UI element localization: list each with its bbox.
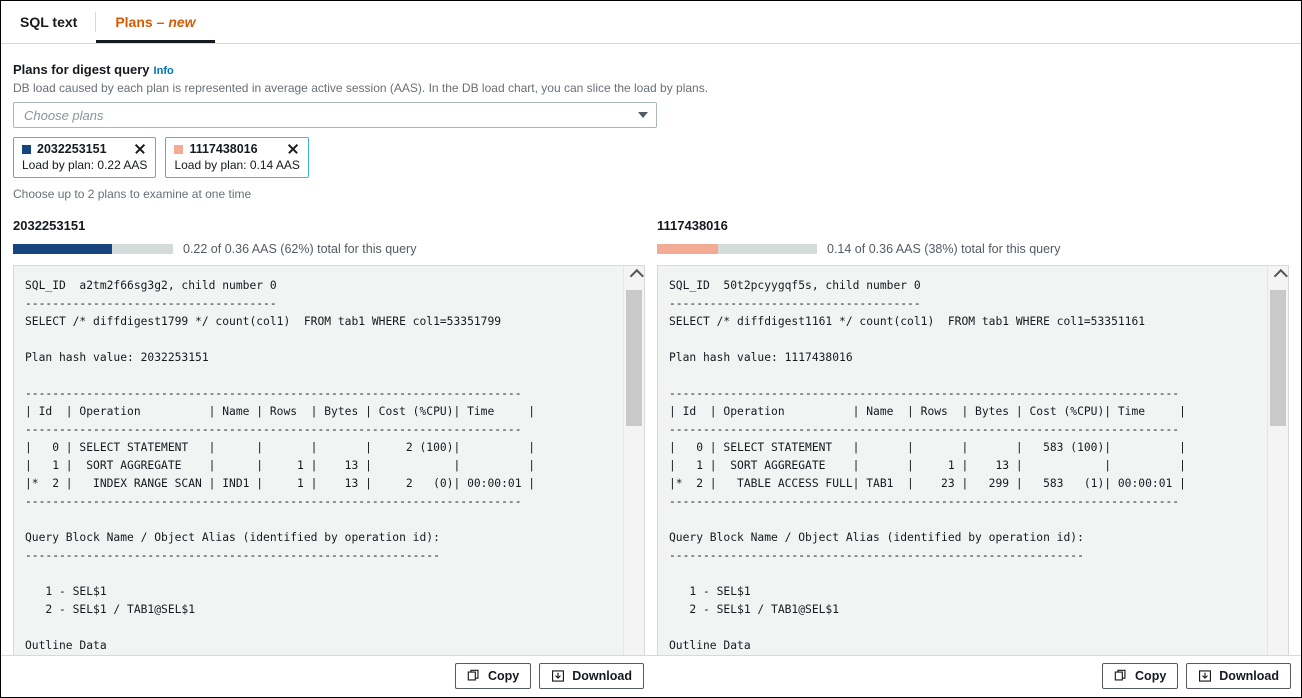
tab-sql-text-label: SQL text [20, 14, 77, 30]
plan-panel-right: 1117438016 0.14 of 0.36 AAS (38%) total … [657, 218, 1289, 683]
plans-section: Plans for digest query Info DB load cause… [1, 44, 1301, 201]
plan-panel-right-aas: 0.14 of 0.36 AAS (38%) total for this qu… [657, 242, 1289, 256]
plan-text-container-left: SQL_ID a2tm2f66sg3g2, child number 0 ---… [13, 265, 645, 683]
plan-limit-hint: Choose up to 2 plans to examine at one t… [13, 187, 1289, 201]
info-link[interactable]: Info [154, 65, 174, 77]
copy-button-label: Copy [488, 669, 519, 683]
aas-progress-label: 0.14 of 0.36 AAS (38%) total for this qu… [827, 242, 1060, 256]
tab-bar: SQL text Plans – new [1, 1, 1301, 44]
plan-chip-header: 1117438016 [174, 142, 299, 156]
tab-plans-new-badge: – new [157, 14, 196, 30]
aas-progress-fill [13, 244, 112, 254]
left-panel-actions: Copy Download [455, 663, 644, 689]
plan-color-swatch [22, 145, 31, 154]
download-button-left[interactable]: Download [539, 663, 644, 689]
plan-text-scroll-right: SQL_ID 50t2pcyygqf5s, child number 0 ---… [658, 266, 1267, 682]
aas-progress-track [657, 244, 817, 254]
tab-plans[interactable]: Plans – new [96, 1, 214, 43]
plan-text-left: SQL_ID a2tm2f66sg3g2, child number 0 ---… [25, 277, 623, 673]
scroll-up-icon[interactable] [1268, 266, 1288, 286]
page-title: Plans for digest query Info [13, 62, 1289, 79]
scroll-up-icon[interactable] [624, 266, 644, 286]
section-description: DB load caused by each plan is represent… [13, 80, 1289, 96]
tab-sql-text[interactable]: SQL text [1, 1, 96, 43]
aas-progress-track [13, 244, 173, 254]
download-button-right[interactable]: Download [1186, 663, 1291, 689]
choose-plans-select[interactable]: Choose plans [13, 102, 657, 128]
plan-chip-id: 1117438016 [189, 142, 269, 156]
scrollbar-right[interactable] [1267, 266, 1288, 682]
selected-plan-chips: 2032253151 Load by plan: 0.22 AAS 111743… [13, 137, 1289, 178]
tab-plans-label: Plans [115, 14, 152, 30]
close-icon[interactable] [286, 142, 300, 156]
plans-page: SQL text Plans – new Plans for digest qu… [0, 0, 1302, 698]
scrollbar-thumb[interactable] [626, 290, 642, 426]
plan-color-swatch [174, 145, 183, 154]
plan-chip-header: 2032253151 [22, 142, 147, 156]
close-icon[interactable] [133, 142, 147, 156]
chevron-down-icon [638, 112, 648, 118]
scrollbar-thumb[interactable] [1270, 290, 1286, 426]
plan-text-right: SQL_ID 50t2pcyygqf5s, child number 0 ---… [669, 277, 1267, 673]
plan-text-scroll-left: SQL_ID a2tm2f66sg3g2, child number 0 ---… [14, 266, 623, 682]
download-icon [551, 669, 565, 683]
panel-footer: Copy Download Copy [1, 655, 1301, 697]
copy-icon [1114, 669, 1128, 683]
plan-panel-left: 2032253151 0.22 of 0.36 AAS (62%) total … [13, 218, 645, 683]
plan-chip-1117438016[interactable]: 1117438016 Load by plan: 0.14 AAS [165, 137, 308, 178]
plan-chip-2032253151[interactable]: 2032253151 Load by plan: 0.22 AAS [13, 137, 156, 178]
choose-plans-placeholder: Choose plans [24, 108, 638, 123]
aas-progress-fill [657, 244, 718, 254]
download-icon [1198, 669, 1212, 683]
copy-button-label: Copy [1135, 669, 1166, 683]
download-button-label: Download [1219, 669, 1279, 683]
copy-icon [467, 669, 481, 683]
plan-text-container-right: SQL_ID 50t2pcyygqf5s, child number 0 ---… [657, 265, 1289, 683]
plan-panel-right-title: 1117438016 [657, 218, 1289, 234]
plan-chip-id: 2032253151 [37, 142, 117, 156]
plan-chip-load: Load by plan: 0.14 AAS [174, 158, 299, 172]
aas-progress-label: 0.22 of 0.36 AAS (62%) total for this qu… [183, 242, 416, 256]
plan-panel-left-aas: 0.22 of 0.36 AAS (62%) total for this qu… [13, 242, 645, 256]
plan-comparison-panels: 2032253151 0.22 of 0.36 AAS (62%) total … [1, 218, 1301, 683]
download-button-label: Download [572, 669, 632, 683]
scrollbar-left[interactable] [623, 266, 644, 682]
page-title-text: Plans for digest query [13, 62, 150, 77]
plan-chip-load: Load by plan: 0.22 AAS [22, 158, 147, 172]
copy-button-right[interactable]: Copy [1102, 663, 1178, 689]
plan-panel-left-title: 2032253151 [13, 218, 645, 234]
right-panel-actions: Copy Download [1102, 663, 1291, 689]
copy-button-left[interactable]: Copy [455, 663, 531, 689]
